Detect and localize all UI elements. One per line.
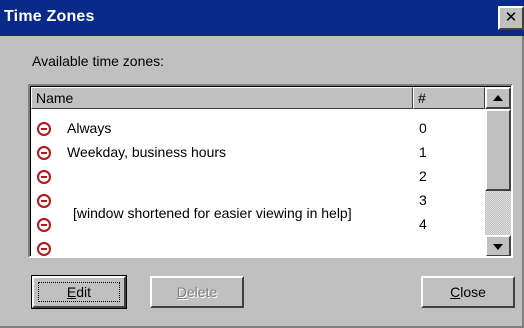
column-header-name[interactable]: Name [31, 87, 413, 109]
window-title: Time Zones [4, 8, 95, 25]
scroll-up-arrow-icon [493, 95, 503, 101]
scroll-thumb[interactable] [485, 109, 511, 191]
time-zone-number: 2 [419, 168, 427, 184]
time-zones-dialog: Time Zones ✕ Available time zones: Name … [0, 0, 524, 328]
list-item[interactable]: Always 0 [31, 119, 485, 142]
window-close-button[interactable]: ✕ [498, 6, 524, 30]
list-item[interactable] [31, 239, 485, 256]
clock-icon [37, 170, 51, 184]
clock-icon [37, 122, 51, 136]
delete-mnemonic: D [176, 284, 187, 300]
list-item[interactable]: 2 [31, 167, 485, 190]
edit-button[interactable]: Edit [31, 275, 127, 309]
close-label-rest: lose [460, 284, 486, 300]
scroll-up-button[interactable] [485, 87, 511, 109]
column-header-number[interactable]: # [413, 87, 485, 109]
time-zone-number: 1 [419, 144, 427, 160]
title-bar: Time Zones ✕ [0, 0, 524, 36]
time-zone-name: Weekday, business hours [67, 144, 227, 160]
time-zone-number: 3 [419, 192, 427, 208]
delete-button[interactable]: Delete [150, 276, 244, 308]
close-button[interactable]: Close [421, 276, 515, 308]
clock-icon [37, 242, 51, 256]
scroll-down-arrow-icon [493, 244, 503, 250]
time-zones-list[interactable]: Name # Always 0 Weekday, business hours … [28, 84, 513, 258]
time-zone-name: Always [67, 120, 112, 136]
time-zone-number: 4 [419, 216, 427, 232]
available-time-zones-label: Available time zones: [32, 53, 165, 69]
list-item[interactable]: Weekday, business hours 1 [31, 143, 485, 166]
close-mnemonic: C [450, 284, 461, 300]
focus-rectangle [38, 282, 120, 302]
clock-icon [37, 218, 51, 232]
scroll-down-button[interactable] [485, 235, 511, 256]
shortened-window-note: [window shortened for easier viewing in … [73, 205, 352, 221]
clock-icon [37, 146, 51, 160]
clock-icon [37, 194, 51, 208]
vertical-scrollbar[interactable] [485, 87, 511, 256]
time-zone-number: 0 [419, 120, 427, 136]
delete-label-rest: elete [186, 284, 218, 300]
